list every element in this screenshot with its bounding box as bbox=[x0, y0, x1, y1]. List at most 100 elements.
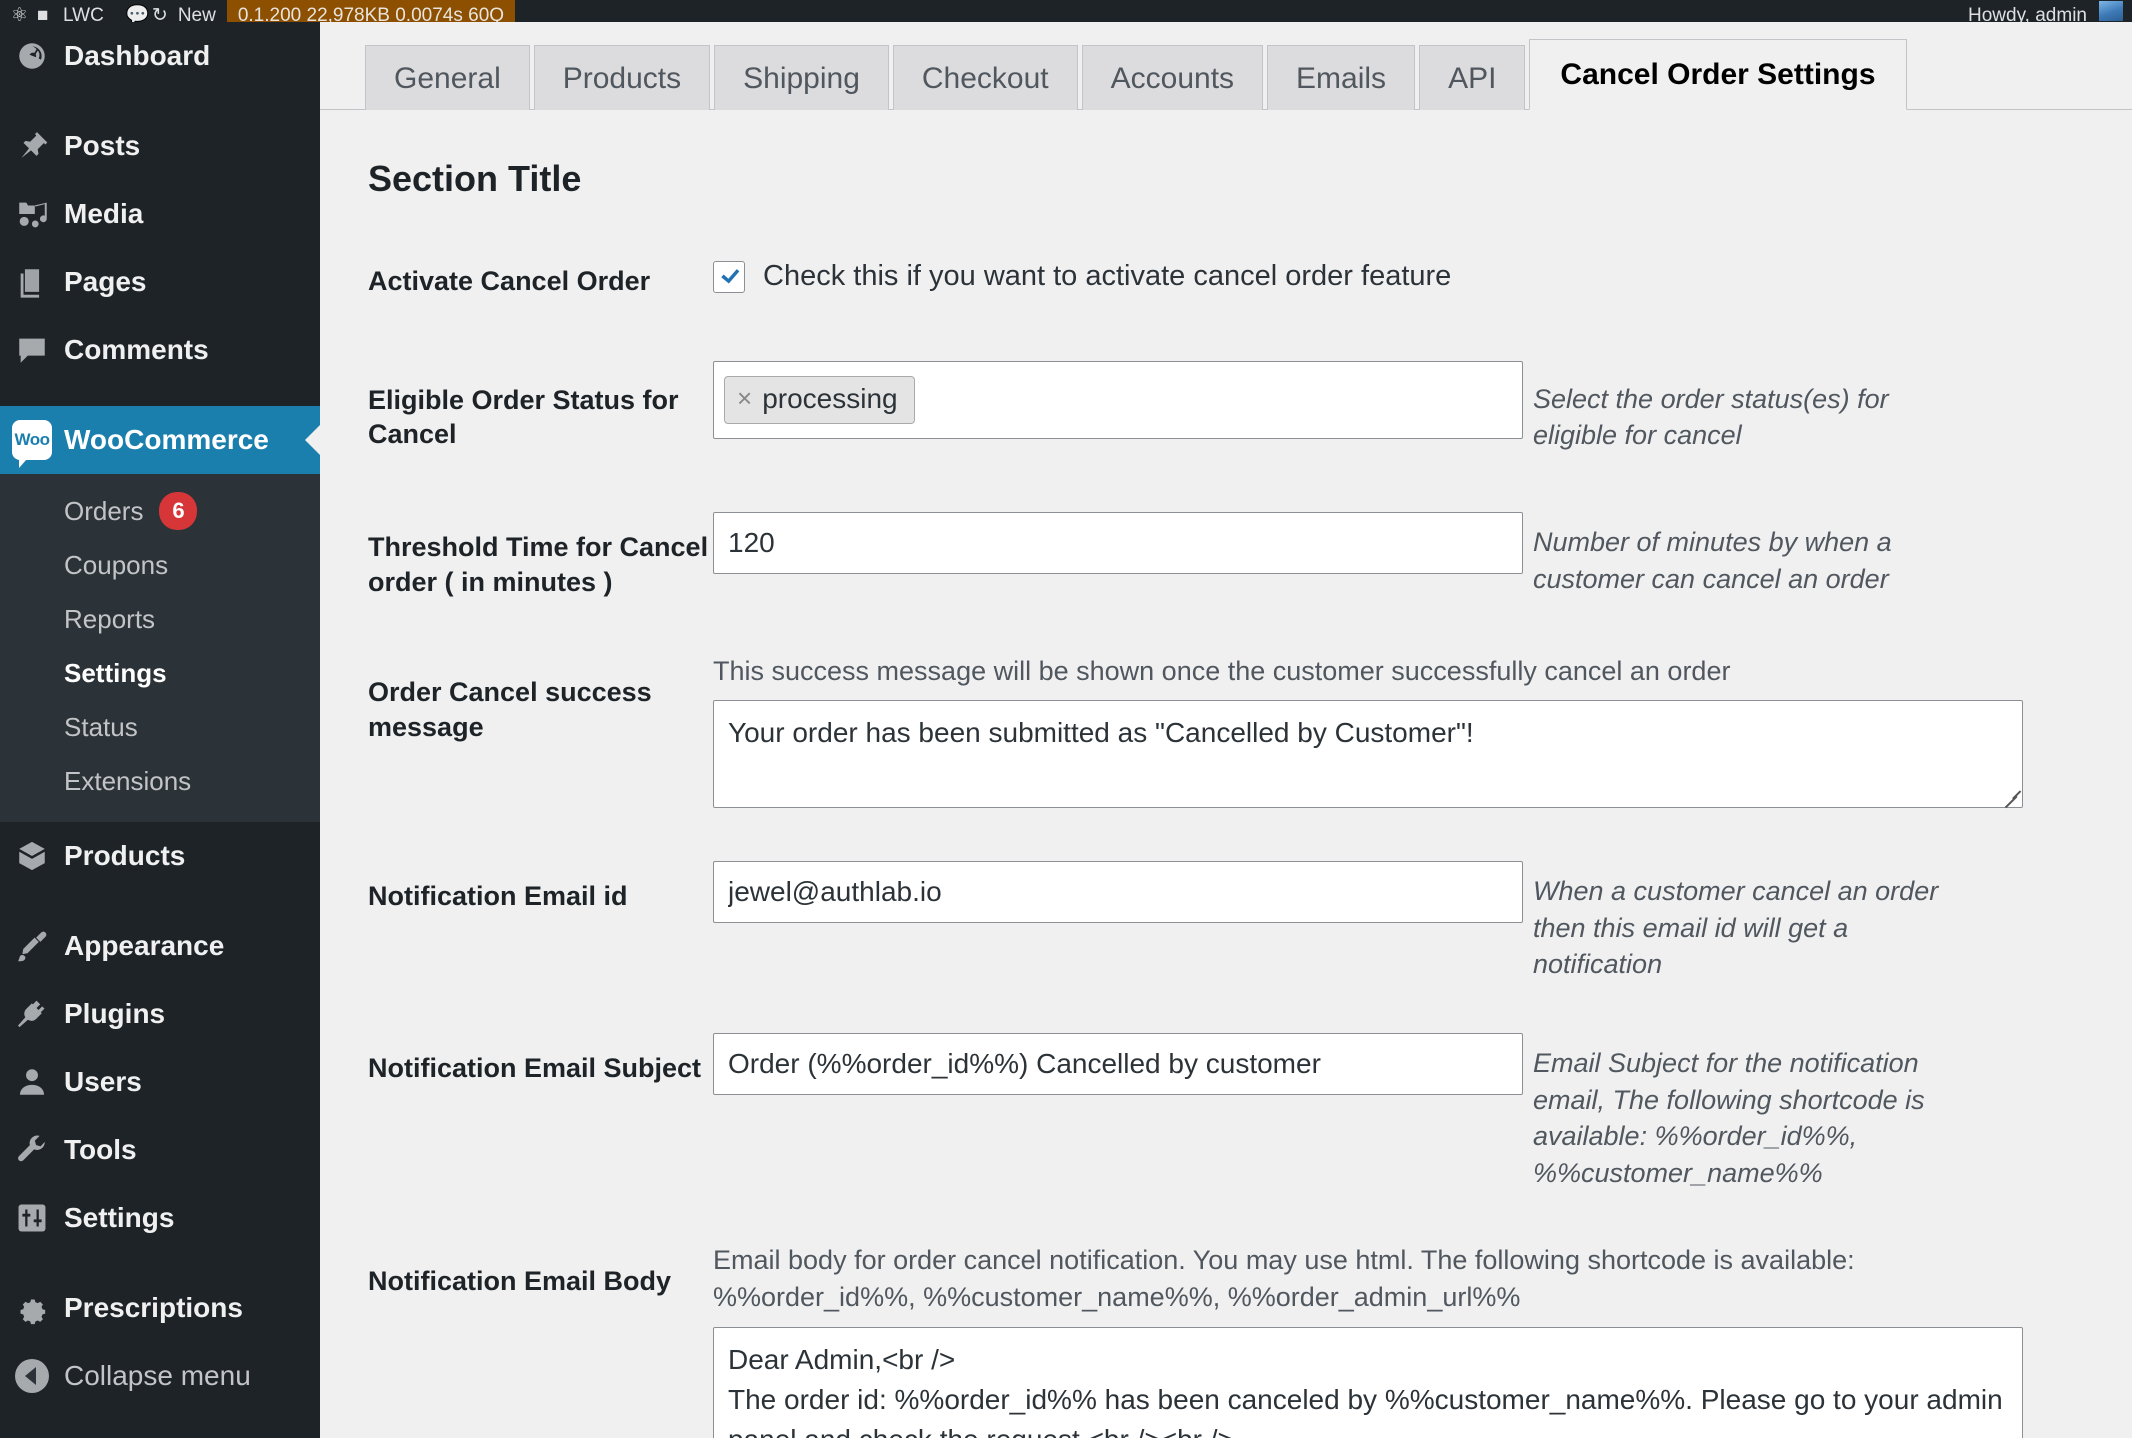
tab-api[interactable]: API bbox=[1419, 44, 1526, 110]
sidebar-item-products[interactable]: Products bbox=[0, 822, 320, 890]
sidebar-item-label: Settings bbox=[64, 1202, 175, 1233]
tab-shipping[interactable]: Shipping bbox=[714, 44, 889, 110]
sidebar-item-reports[interactable]: Reports bbox=[0, 592, 320, 646]
field-label: Eligible Order Status for Cancel bbox=[368, 384, 679, 450]
debug-bar-stats-text: 0.1.200 22,978KB 0.0074s 60Q bbox=[237, 5, 505, 22]
field-label: Activate Cancel Order bbox=[368, 266, 651, 296]
notification-email-body-textarea[interactable]: Dear Admin,<br /> The order id: %%order_… bbox=[713, 1327, 2023, 1438]
submenu-label: Extensions bbox=[64, 765, 192, 796]
row-notification-email-id: Notification Email id When a customer ca… bbox=[368, 860, 2132, 983]
new-content-button[interactable]: New bbox=[167, 6, 227, 22]
activate-cancel-order-checkbox[interactable] bbox=[713, 260, 745, 293]
sidebar-item-extensions[interactable]: Extensions bbox=[0, 754, 320, 808]
avatar[interactable] bbox=[2098, 0, 2124, 22]
sidebar-item-label: Products bbox=[64, 840, 186, 871]
collapse-menu-label: Collapse menu bbox=[64, 1360, 251, 1391]
howdy-label[interactable]: Howdy, admin bbox=[1957, 6, 2098, 22]
field-label: Order Cancel success message bbox=[368, 677, 652, 742]
comments-icon[interactable]: 💬 bbox=[115, 6, 150, 22]
paintbrush-icon bbox=[0, 929, 64, 963]
sidebar-item-label: Media bbox=[64, 198, 144, 229]
sliders-icon bbox=[0, 1201, 64, 1235]
sidebar-item-label: Prescriptions bbox=[64, 1292, 243, 1323]
pages-icon bbox=[0, 265, 64, 299]
sidebar-item-tools[interactable]: Tools bbox=[0, 1116, 320, 1184]
field-label: Notification Email Body bbox=[368, 1265, 672, 1296]
sidebar-item-label: Appearance bbox=[64, 930, 225, 961]
activate-cancel-order-checkbox-wrap[interactable]: Check this if you want to activate cance… bbox=[713, 260, 2132, 293]
tab-products[interactable]: Products bbox=[533, 44, 711, 110]
pin-icon bbox=[0, 129, 64, 163]
menu-separator bbox=[0, 890, 320, 912]
field-note: Email body for order cancel notification… bbox=[713, 1244, 1855, 1312]
woo-badge: Woo bbox=[12, 420, 52, 468]
notification-email-input[interactable] bbox=[713, 860, 1523, 923]
tab-cancel-order-settings[interactable]: Cancel Order Settings bbox=[1529, 38, 1907, 110]
sidebar-item-label: Users bbox=[64, 1066, 142, 1097]
main-content: General Products Shipping Checkout Accou… bbox=[320, 22, 2132, 1438]
submenu-label: Orders bbox=[64, 495, 144, 526]
submenu-label: Settings bbox=[64, 657, 167, 688]
row-notification-email-subject: Notification Email Subject Email Subject… bbox=[368, 1032, 2132, 1192]
products-box-icon bbox=[0, 839, 64, 873]
tab-emails[interactable]: Emails bbox=[1267, 44, 1416, 110]
sidebar-item-plugins[interactable]: Plugins bbox=[0, 980, 320, 1048]
site-home-icon[interactable]: ■ bbox=[26, 6, 52, 22]
collapse-menu-button[interactable]: Collapse menu bbox=[0, 1342, 320, 1410]
tab-general[interactable]: General bbox=[365, 44, 530, 110]
tab-checkout[interactable]: Checkout bbox=[892, 44, 1078, 110]
debug-bar-stats[interactable]: 0.1.200 22,978KB 0.0074s 60Q bbox=[226, 0, 516, 22]
plug-icon bbox=[0, 997, 64, 1031]
row-notification-email-body: Notification Email Body Email body for o… bbox=[368, 1242, 2132, 1438]
sidebar-item-prescriptions[interactable]: Prescriptions bbox=[0, 1274, 320, 1342]
remove-token-icon[interactable]: × bbox=[737, 383, 752, 414]
tab-accounts[interactable]: Accounts bbox=[1081, 44, 1264, 110]
settings-form: Activate Cancel Order Check this if you … bbox=[320, 260, 2132, 1438]
woocommerce-submenu: Orders 6 Coupons Reports Settings Status… bbox=[0, 474, 320, 822]
row-eligible-order-status: Eligible Order Status for Cancel × proce… bbox=[368, 360, 2132, 454]
field-description: Number of minutes by when a customer can… bbox=[1533, 526, 1892, 594]
sidebar-item-comments[interactable]: Comments bbox=[0, 316, 320, 384]
media-icon bbox=[0, 197, 64, 231]
row-threshold-time: Threshold Time for Cancel order ( in min… bbox=[368, 511, 2132, 599]
field-control: Email Subject for the notification email… bbox=[713, 1032, 2132, 1192]
sidebar-item-orders[interactable]: Orders 6 bbox=[0, 484, 320, 538]
site-name-link[interactable]: LWC bbox=[52, 6, 115, 22]
sidebar-item-posts[interactable]: Posts bbox=[0, 112, 320, 180]
menu-separator bbox=[0, 1252, 320, 1274]
sidebar-item-status[interactable]: Status bbox=[0, 700, 320, 754]
notification-email-subject-input[interactable] bbox=[713, 1032, 1523, 1095]
sidebar-item-woo-settings[interactable]: Settings bbox=[0, 646, 320, 700]
updates-icon[interactable]: ↻ bbox=[141, 6, 168, 22]
collapse-arrow-icon bbox=[0, 1359, 64, 1393]
field-description: When a customer cancel an order then thi… bbox=[1533, 875, 1939, 980]
comments-icon bbox=[0, 333, 64, 367]
submenu-label: Reports bbox=[64, 603, 156, 634]
eligible-order-status-select[interactable]: × processing bbox=[713, 360, 1523, 439]
sidebar-item-media[interactable]: Media bbox=[0, 180, 320, 248]
field-label: Threshold Time for Cancel order ( in min… bbox=[368, 531, 709, 597]
field-label: Notification Email id bbox=[368, 880, 628, 911]
submenu-label: Coupons bbox=[64, 549, 169, 580]
field-control: Number of minutes by when a customer can… bbox=[713, 511, 2132, 597]
field-control: This success message will be shown once … bbox=[713, 653, 2132, 813]
sidebar-item-settings[interactable]: Settings bbox=[0, 1184, 320, 1252]
status-token-label: processing bbox=[762, 382, 898, 414]
sidebar-item-dashboard[interactable]: Dashboard bbox=[0, 22, 320, 90]
sidebar-item-appearance[interactable]: Appearance bbox=[0, 912, 320, 980]
orders-count-badge: 6 bbox=[159, 492, 198, 530]
success-message-textarea[interactable]: Your order has been submitted as "Cancel… bbox=[713, 699, 2023, 808]
sidebar-item-users[interactable]: Users bbox=[0, 1048, 320, 1116]
admin-bar: ⚛ ■ LWC 💬 ↻ New 0.1.200 22,978KB 0.0074s… bbox=[0, 0, 2132, 22]
sidebar-item-coupons[interactable]: Coupons bbox=[0, 538, 320, 592]
status-token[interactable]: × processing bbox=[724, 375, 915, 424]
field-note: This success message will be shown once … bbox=[713, 656, 1731, 687]
sidebar-item-pages[interactable]: Pages bbox=[0, 248, 320, 316]
gear-icon bbox=[0, 1291, 64, 1325]
threshold-time-input[interactable] bbox=[713, 511, 1523, 574]
field-label: Notification Email Subject bbox=[368, 1052, 702, 1083]
sidebar-item-label: Plugins bbox=[64, 998, 166, 1029]
wordpress-logo-icon[interactable]: ⚛ bbox=[0, 6, 28, 22]
field-control: Check this if you want to activate cance… bbox=[713, 260, 2132, 293]
sidebar-item-woocommerce[interactable]: Woo WooCommerce bbox=[0, 406, 321, 474]
